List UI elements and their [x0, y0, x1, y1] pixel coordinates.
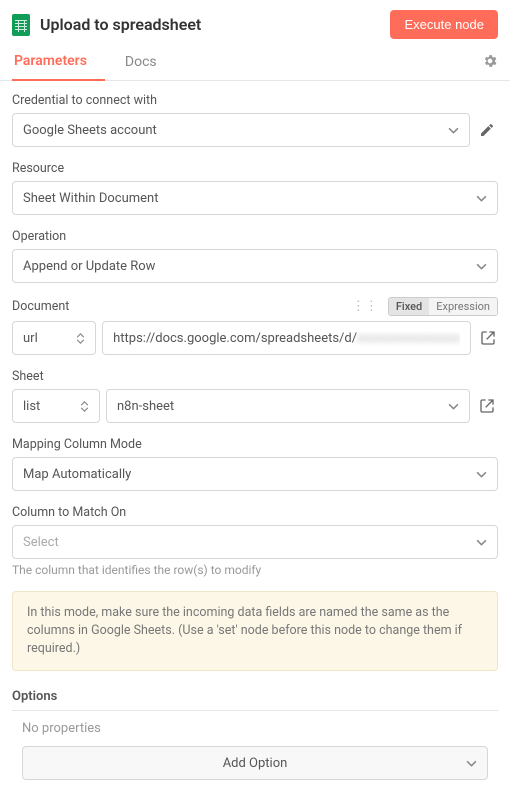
sheet-mode-select[interactable]: list — [12, 389, 100, 423]
drag-handle-icon[interactable]: ⋮⋮ — [348, 299, 382, 314]
open-external-icon[interactable] — [476, 395, 498, 417]
google-sheets-icon — [12, 14, 30, 36]
match-label: Column to Match On — [12, 505, 498, 520]
options-no-properties: No properties — [22, 721, 488, 736]
fixed-expression-toggle[interactable]: Fixed Expression — [388, 297, 498, 316]
chevron-down-icon — [476, 539, 487, 546]
tab-bar: Parameters Docs — [0, 45, 510, 81]
operation-label: Operation — [12, 229, 498, 244]
document-mode-select[interactable]: url — [12, 321, 96, 355]
sheet-label: Sheet — [12, 369, 498, 384]
match-select[interactable]: Select — [12, 525, 498, 559]
open-external-icon[interactable] — [477, 327, 498, 349]
gear-icon[interactable] — [482, 53, 498, 73]
options-section-title: Options — [12, 689, 498, 711]
add-option-label: Add Option — [223, 756, 288, 771]
resource-value: Sheet Within Document — [23, 191, 158, 206]
tab-parameters[interactable]: Parameters — [12, 45, 105, 81]
match-placeholder: Select — [23, 535, 59, 550]
chevron-down-icon — [476, 263, 487, 270]
edit-credential-icon[interactable] — [476, 119, 498, 141]
mapping-value: Map Automatically — [23, 467, 131, 482]
operation-select[interactable]: Append or Update Row — [12, 249, 498, 283]
chevron-down-icon — [448, 127, 459, 134]
sheet-mode-value: list — [23, 399, 40, 414]
add-option-button[interactable]: Add Option — [22, 746, 488, 780]
credential-label: Credential to connect with — [12, 93, 498, 108]
execute-node-button[interactable]: Execute node — [390, 10, 498, 39]
credential-select[interactable]: Google Sheets account — [12, 113, 470, 147]
chevron-updown-icon — [76, 333, 85, 344]
document-url-input[interactable]: https://docs.google.com/spreadsheets/d/x… — [102, 321, 471, 355]
document-mode-value: url — [23, 331, 38, 346]
resource-label: Resource — [12, 161, 498, 176]
match-helper-text: The column that identifies the row(s) to… — [12, 563, 498, 577]
toggle-expression[interactable]: Expression — [429, 298, 497, 315]
sheet-name-select[interactable]: n8n-sheet — [106, 389, 470, 423]
chevron-down-icon — [448, 403, 459, 410]
sheet-name-value: n8n-sheet — [117, 399, 174, 414]
tab-docs[interactable]: Docs — [123, 46, 175, 80]
credential-value: Google Sheets account — [23, 123, 157, 138]
chevron-updown-icon — [80, 401, 89, 412]
resource-select[interactable]: Sheet Within Document — [12, 181, 498, 215]
chevron-down-icon — [476, 471, 487, 478]
document-url-value: https://docs.google.com/spreadsheets/d/x… — [113, 331, 460, 346]
node-title: Upload to spreadsheet — [40, 15, 380, 34]
operation-value: Append or Update Row — [23, 259, 155, 274]
document-label: Document — [12, 299, 348, 314]
mapping-select[interactable]: Map Automatically — [12, 457, 498, 491]
chevron-down-icon — [466, 756, 477, 771]
mapping-label: Mapping Column Mode — [12, 437, 498, 452]
chevron-down-icon — [476, 195, 487, 202]
mapping-mode-info: In this mode, make sure the incoming dat… — [12, 591, 498, 671]
toggle-fixed[interactable]: Fixed — [389, 298, 429, 315]
